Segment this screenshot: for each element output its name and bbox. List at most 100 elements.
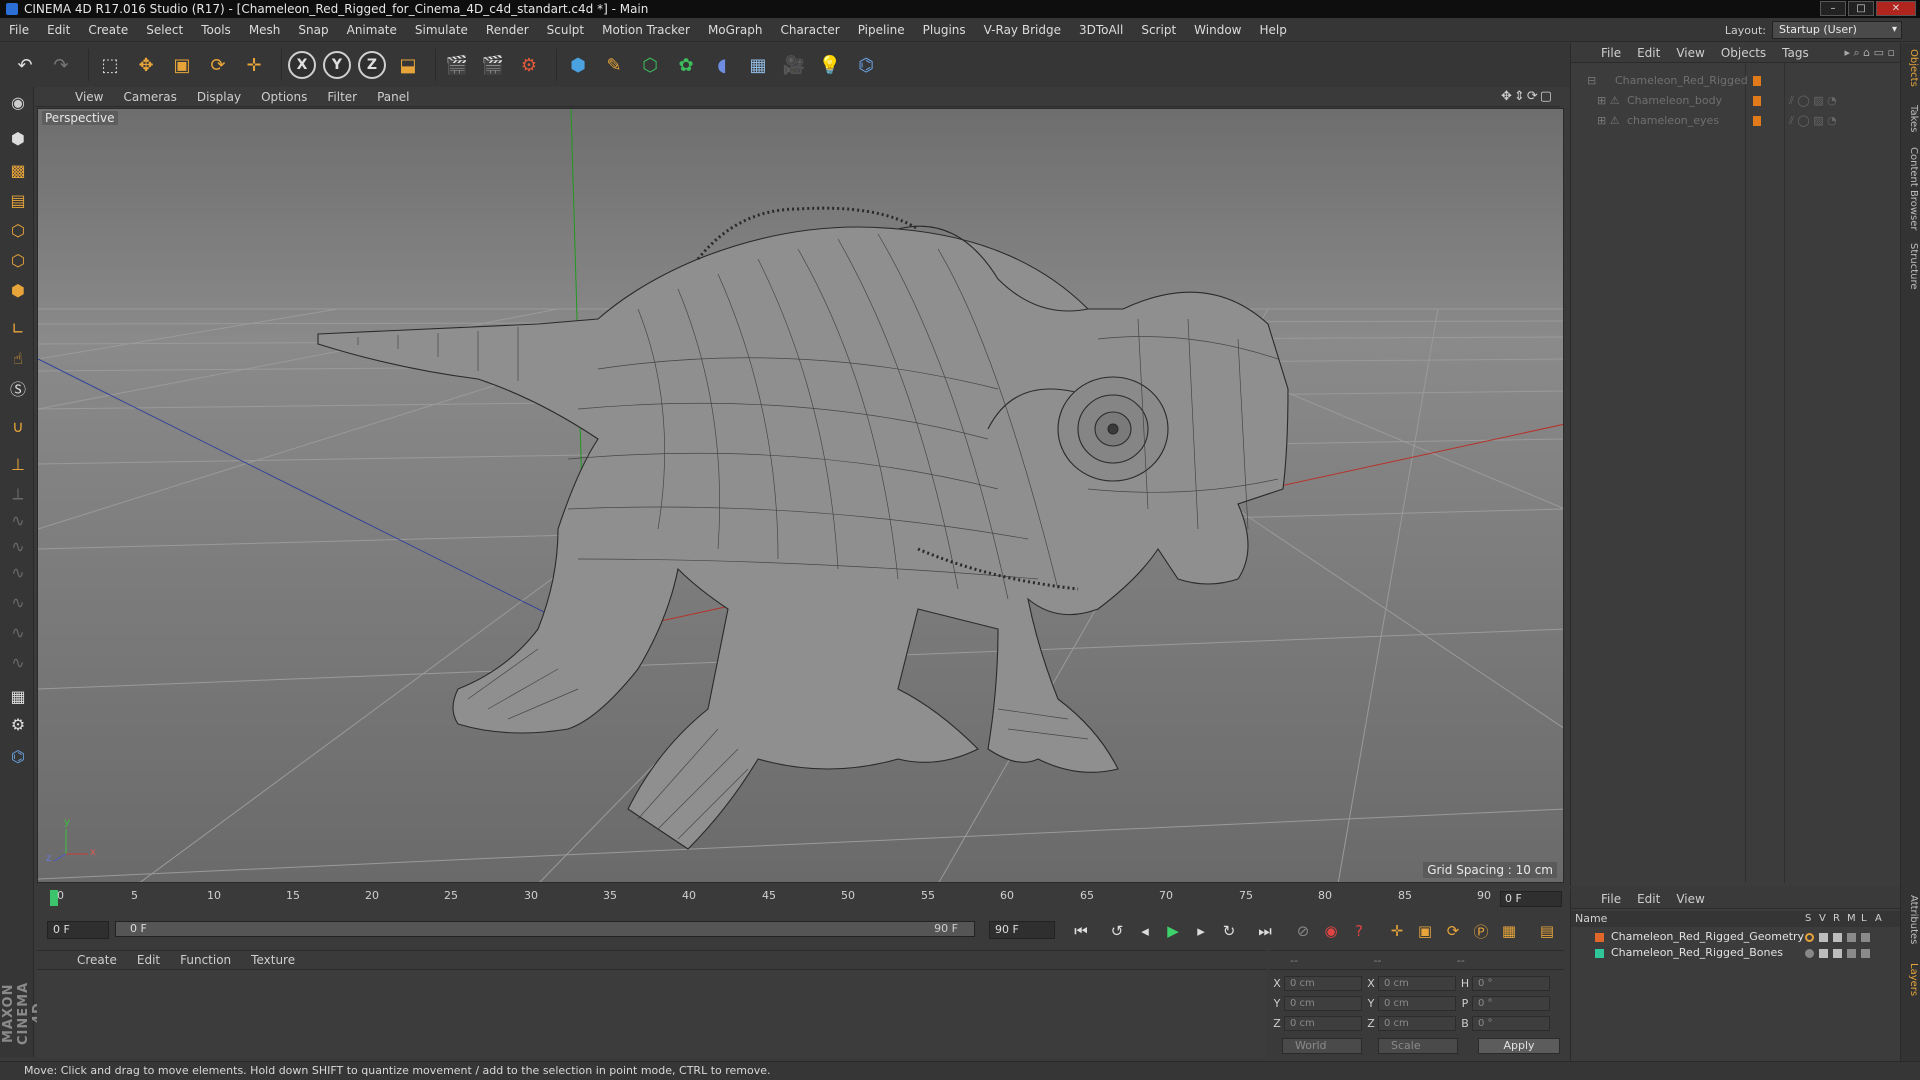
rotate-joint-icon[interactable]: ∿ [4, 533, 32, 559]
menu-edit[interactable]: Edit [38, 18, 79, 42]
side-tab-structure[interactable]: Structure [1903, 243, 1919, 290]
cloner-icon[interactable]: ✿ [671, 49, 701, 81]
position-y-field[interactable]: 0 cm [1284, 995, 1362, 1011]
points-mode-icon[interactable]: ⬡ [4, 217, 32, 243]
menu-simulate[interactable]: Simulate [406, 18, 477, 42]
scale-joint-icon[interactable]: ∿ [4, 559, 32, 585]
render-picture-viewer-icon[interactable]: 🎬 [478, 49, 508, 81]
size-y-field[interactable]: 0 cm [1378, 995, 1456, 1011]
end-frame-field[interactable]: 90 F [989, 921, 1055, 939]
object-row[interactable]: ⊟ Chameleon_Red_Rigged [1571, 73, 1901, 89]
play-icon[interactable]: ▶ [1159, 919, 1187, 943]
menu-script[interactable]: Script [1132, 18, 1185, 42]
layer-row[interactable]: Chameleon_Red_Rigged_Geometry [1571, 929, 1901, 945]
menu-mesh[interactable]: Mesh [240, 18, 290, 42]
layer-menu-file[interactable]: File [1593, 892, 1629, 906]
camera-icon[interactable]: 🎥 [779, 49, 809, 81]
object-menu-tags[interactable]: Tags [1774, 46, 1817, 60]
light-icon[interactable]: 💡 [815, 49, 845, 81]
rotation-b-field[interactable]: 0 ° [1472, 1015, 1550, 1031]
deformer-icon[interactable]: ◖ [707, 49, 737, 81]
layer-col-manager[interactable]: M [1847, 911, 1856, 927]
record-active-icon[interactable]: ⊘ [1289, 919, 1317, 943]
lock-toggle-icon[interactable] [1861, 949, 1870, 958]
timeline-window-icon[interactable]: ▤ [1533, 919, 1561, 943]
recent-tool-icon[interactable]: ✛ [239, 49, 269, 81]
checker-lock-icon[interactable]: ▦ [4, 683, 32, 709]
material-menu-create[interactable]: Create [67, 953, 127, 967]
menu-select[interactable]: Select [137, 18, 192, 42]
previous-key-icon[interactable]: ↺ [1103, 919, 1131, 943]
scale-key-icon[interactable]: ▣ [1411, 919, 1439, 943]
redo-icon[interactable]: ↷ [46, 49, 76, 81]
material-menu-texture[interactable]: Texture [241, 953, 305, 967]
render-view-icon[interactable]: 🎬 [442, 49, 472, 81]
autokey-icon[interactable]: ◉ [1317, 919, 1345, 943]
subdivision-surface-icon[interactable]: ⬡ [635, 49, 665, 81]
bind-tool-icon[interactable]: ∿ [4, 649, 32, 675]
render-toggle-icon[interactable] [1833, 949, 1842, 958]
layout-select[interactable]: Startup (User) [1772, 21, 1902, 39]
move-tool-icon[interactable]: ✥ [131, 49, 161, 81]
view-toggle-icon[interactable] [1819, 949, 1828, 958]
close-button[interactable]: ✕ [1876, 1, 1916, 16]
make-editable-icon[interactable]: ◉ [4, 89, 32, 115]
solo-toggle-icon[interactable] [1805, 949, 1814, 958]
viewport-menu-filter[interactable]: Filter [317, 90, 367, 104]
menu-plugins[interactable]: Plugins [914, 18, 975, 42]
settings-gear-icon[interactable]: ⚙ [4, 711, 32, 737]
object-tags-icons[interactable]: ⫽ ◯ ▨ ◔ [1789, 93, 1837, 109]
viewport-menu-display[interactable]: Display [187, 90, 251, 104]
side-tab-content-browser[interactable]: Content Browser [1903, 147, 1919, 230]
coordinate-mode-select[interactable]: Scale [1378, 1038, 1458, 1054]
go-to-start-icon[interactable]: ⏮ [1067, 919, 1095, 943]
timeline-ruler[interactable]: 0 5 10 15 20 25 30 35 40 45 50 55 60 65 … [37, 888, 1564, 910]
layer-row[interactable]: Chameleon_Red_Rigged_Bones [1571, 945, 1901, 961]
y-axis-lock-button[interactable]: Y [323, 51, 351, 79]
edges-mode-icon[interactable]: ⬡ [4, 247, 32, 273]
menu-pipeline[interactable]: Pipeline [849, 18, 914, 42]
rotation-p-field[interactable]: 0 ° [1472, 995, 1550, 1011]
python-script-icon[interactable]: ⌬ [4, 743, 32, 769]
lock-toggle-icon[interactable] [1861, 933, 1870, 942]
tweak-mode-icon[interactable]: ☝ [4, 345, 32, 371]
side-tab-layers[interactable]: Layers [1903, 963, 1919, 996]
object-menu-view[interactable]: View [1668, 46, 1712, 60]
view-toggle-icon[interactable] [1819, 933, 1828, 942]
magnet-icon[interactable]: ∪ [4, 413, 32, 439]
layer-color-swatch[interactable] [1595, 933, 1604, 942]
object-menu-edit[interactable]: Edit [1629, 46, 1668, 60]
menu-character[interactable]: Character [771, 18, 848, 42]
viewport-navigation-icons[interactable]: ✥⇕⟳▢ [1501, 89, 1554, 104]
menu-animate[interactable]: Animate [338, 18, 406, 42]
material-menu-function[interactable]: Function [170, 953, 241, 967]
position-key-icon[interactable]: ✛ [1383, 919, 1411, 943]
menu-vray-bridge[interactable]: V-Ray Bridge [975, 18, 1070, 42]
floor-icon[interactable]: ▦ [743, 49, 773, 81]
undo-icon[interactable]: ↶ [10, 49, 40, 81]
menu-sculpt[interactable]: Sculpt [538, 18, 593, 42]
render-settings-icon[interactable]: ⚙ [514, 49, 544, 81]
go-to-end-icon[interactable]: ⏭ [1251, 919, 1279, 943]
previous-frame-icon[interactable]: ◂ [1131, 919, 1159, 943]
menu-render[interactable]: Render [477, 18, 538, 42]
snap-icon[interactable]: Ⓢ [4, 375, 32, 401]
minimize-button[interactable]: – [1820, 1, 1846, 16]
menu-snap[interactable]: Snap [289, 18, 337, 42]
next-key-icon[interactable]: ↻ [1215, 919, 1243, 943]
menu-window[interactable]: Window [1185, 18, 1250, 42]
layer-col-view[interactable]: V [1819, 911, 1826, 927]
menu-3dtoall[interactable]: 3DToAll [1070, 18, 1132, 42]
position-z-field[interactable]: 0 cm [1284, 1015, 1362, 1031]
python-icon[interactable]: ⌬ [851, 49, 881, 81]
object-row[interactable]: ⊞ ⚠ Chameleon_body ⫽ ◯ ▨ ◔ [1571, 93, 1901, 109]
start-frame-field[interactable]: 0 F [47, 921, 109, 939]
x-axis-lock-button[interactable]: X [288, 51, 316, 79]
layer-color-swatch[interactable] [1595, 949, 1604, 958]
manager-toggle-icon[interactable] [1847, 949, 1856, 958]
ik-tool-icon[interactable]: ∿ [4, 507, 32, 533]
object-tags-icons[interactable]: ⫽ ◯ ▨ ◔ [1789, 113, 1837, 129]
material-menu-edit[interactable]: Edit [127, 953, 170, 967]
polygons-mode-icon[interactable]: ⬢ [4, 277, 32, 303]
side-tab-takes[interactable]: Takes [1903, 105, 1919, 132]
